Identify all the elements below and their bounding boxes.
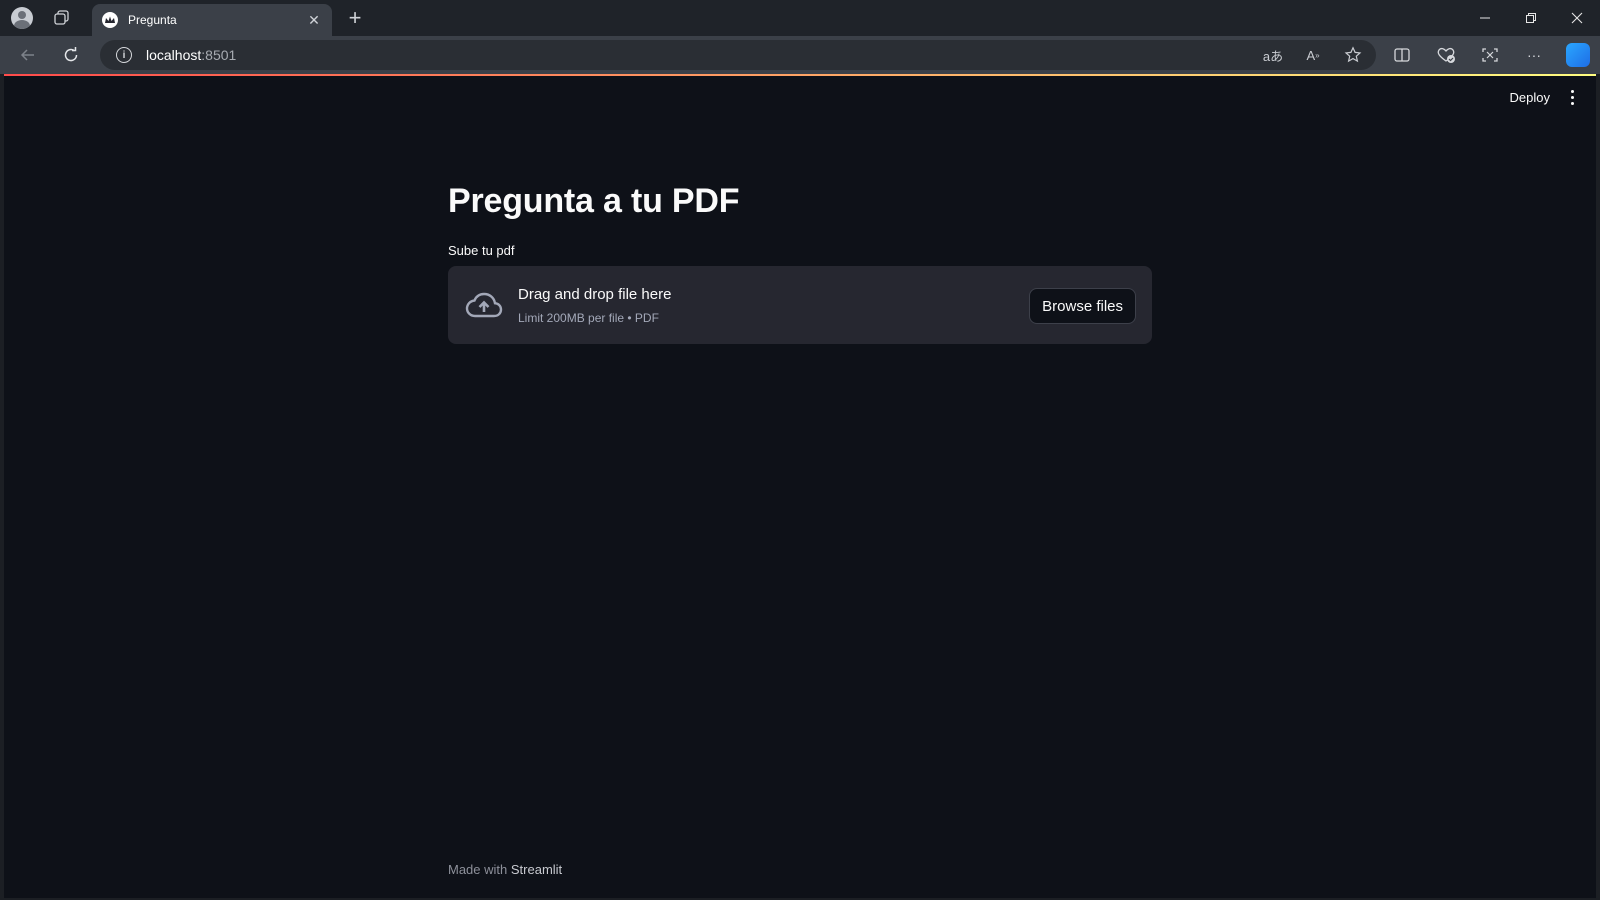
- address-bar[interactable]: i localhost:8501 aあ A»: [100, 40, 1376, 70]
- restore-icon[interactable]: [1508, 0, 1554, 36]
- tab-title: Pregunta: [128, 13, 177, 27]
- window-controls: [1462, 0, 1600, 36]
- more-icon[interactable]: ···: [1520, 41, 1548, 69]
- copilot-icon[interactable]: [1564, 41, 1592, 69]
- translate-icon[interactable]: aあ: [1262, 44, 1284, 66]
- footer: Made with Streamlit: [448, 862, 562, 877]
- page-title: Pregunta a tu PDF: [448, 182, 740, 220]
- browser-essentials-icon[interactable]: [1432, 41, 1460, 69]
- close-icon[interactable]: ✕: [306, 12, 322, 29]
- footer-made-with: Made with: [448, 862, 508, 877]
- reload-icon[interactable]: [58, 43, 84, 67]
- browse-files-button[interactable]: Browse files: [1029, 288, 1136, 324]
- info-icon[interactable]: i: [116, 47, 132, 63]
- minimize-icon[interactable]: [1462, 0, 1508, 36]
- streamlit-link[interactable]: Streamlit: [511, 862, 562, 877]
- uploader-label: Sube tu pdf: [448, 243, 515, 258]
- new-tab-icon[interactable]: +: [343, 4, 367, 32]
- url-host: localhost: [146, 47, 202, 63]
- app-viewport: Deploy Pregunta a tu PDF Sube tu pdf Dra…: [4, 74, 1596, 898]
- header-decoration: [4, 74, 1596, 76]
- main-block: Pregunta a tu PDF Sube tu pdf Drag and d…: [448, 182, 1152, 344]
- screenshot-icon[interactable]: [1476, 41, 1504, 69]
- dropzone-text: Drag and drop file here Limit 200MB per …: [518, 286, 671, 325]
- workspaces-icon[interactable]: [50, 6, 74, 30]
- read-aloud-icon[interactable]: A»: [1302, 44, 1324, 66]
- browser-toolbar: i localhost:8501 aあ A» ···: [0, 36, 1600, 74]
- browser-tab-bar: Pregunta ✕ +: [0, 0, 1600, 36]
- tab-pregunta[interactable]: Pregunta ✕: [92, 4, 332, 36]
- file-limit-text: Limit 200MB per file • PDF: [518, 310, 659, 325]
- streamlit-favicon-icon: [102, 12, 118, 28]
- file-dropzone[interactable]: Drag and drop file here Limit 200MB per …: [448, 266, 1152, 344]
- split-screen-icon[interactable]: [1388, 41, 1416, 69]
- back-icon[interactable]: [15, 43, 41, 67]
- window-close-icon[interactable]: [1554, 0, 1600, 36]
- favorite-icon[interactable]: [1342, 44, 1364, 66]
- cloud-upload-icon: [464, 285, 504, 325]
- main-menu-icon[interactable]: [1566, 86, 1578, 108]
- url-port: :8501: [201, 47, 237, 63]
- profile-icon[interactable]: [10, 6, 34, 30]
- deploy-button[interactable]: Deploy: [1510, 86, 1550, 108]
- dropzone-instructions: Drag and drop file here: [518, 285, 672, 303]
